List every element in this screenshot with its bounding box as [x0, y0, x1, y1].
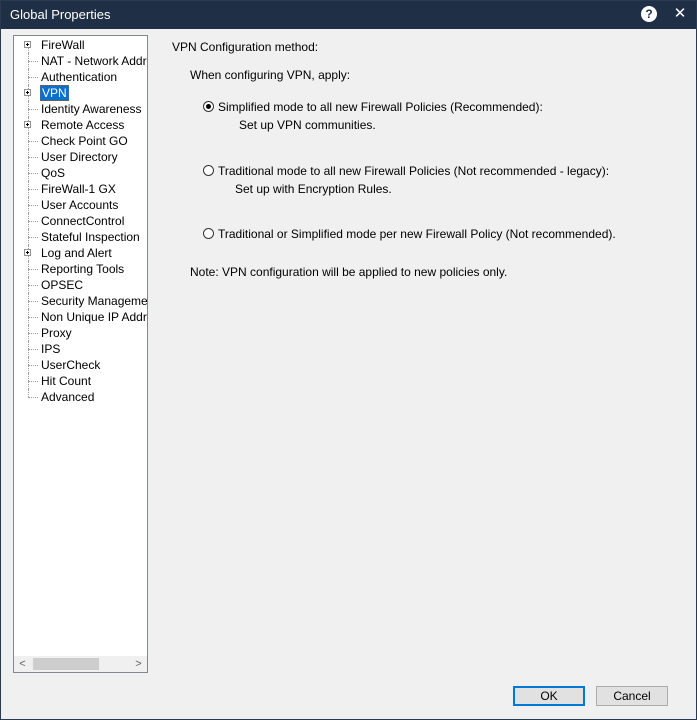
close-icon[interactable]: ✕	[672, 5, 688, 23]
tree-item[interactable]: Reporting Tools	[14, 261, 147, 277]
vpn-settings-panel: VPN Configuration method: When configuri…	[161, 35, 691, 675]
radio-traditional-mode[interactable]	[203, 165, 214, 176]
tree-item-label: Hit Count	[41, 374, 92, 388]
expand-plus-icon[interactable]	[24, 121, 31, 128]
tree-connector-line	[28, 269, 38, 270]
tree-item[interactable]: Remote Access	[14, 117, 147, 133]
tree-item-label: NAT - Network Address Translation	[41, 54, 147, 68]
tree-item[interactable]: NAT - Network Address Translation	[14, 53, 147, 69]
option-simplified-description: Set up VPN communities.	[239, 118, 376, 132]
tree-connector-line	[28, 285, 38, 286]
tree-item-label: User Directory	[41, 150, 118, 164]
tree-item-label: VPN	[40, 85, 69, 101]
scroll-thumb[interactable]	[33, 658, 99, 670]
tree-item-label: QoS	[41, 166, 66, 180]
tree-item[interactable]: Security Management Access	[14, 293, 147, 309]
cancel-button[interactable]: Cancel	[596, 686, 668, 706]
tree-item[interactable]: Check Point GO	[14, 133, 147, 149]
tree-item[interactable]: Stateful Inspection	[14, 229, 147, 245]
expand-plus-icon[interactable]	[24, 249, 31, 256]
tree-item[interactable]: UserCheck	[14, 357, 147, 373]
tree-connector-line	[28, 157, 38, 158]
categories-tree[interactable]: FireWall NAT - Network Address Translatio…	[13, 35, 148, 673]
scroll-right-icon[interactable]: >	[130, 656, 147, 672]
tree-item-label: OPSEC	[41, 278, 84, 292]
tree-connector-line	[28, 205, 38, 206]
vpn-note: Note: VPN configuration will be applied …	[190, 265, 508, 279]
tree-item-label: Security Management Access	[41, 294, 147, 308]
tree-item-label: Advanced	[41, 390, 95, 404]
radio-per-policy-mode[interactable]	[203, 228, 214, 239]
option-traditional-description: Set up with Encryption Rules.	[235, 182, 392, 196]
option-traditional-label[interactable]: Traditional mode to all new Firewall Pol…	[218, 164, 609, 178]
radio-simplified-mode[interactable]	[203, 101, 214, 112]
tree-connector-line	[28, 221, 38, 222]
tree-item[interactable]: Proxy	[14, 325, 147, 341]
tree-item[interactable]: FireWall-1 GX	[14, 181, 147, 197]
tree-item[interactable]: FireWall	[14, 37, 147, 53]
tree-item-label: Reporting Tools	[41, 262, 125, 276]
tree-item-label: UserCheck	[41, 358, 101, 372]
tree-connector-line	[28, 301, 38, 302]
tree-connector-line	[28, 365, 38, 366]
tree-item-label: Non Unique IP Address Ranges	[41, 310, 147, 324]
tree-item[interactable]: QoS	[14, 165, 147, 181]
tree-connector-line	[28, 389, 29, 397]
tree-item[interactable]: Advanced	[14, 389, 147, 405]
tree-connector-line	[28, 109, 38, 110]
tree-item[interactable]: IPS	[14, 341, 147, 357]
tree-items: FireWall NAT - Network Address Translatio…	[14, 36, 147, 656]
tree-item-label: ConnectControl	[41, 214, 125, 228]
option-simplified-label[interactable]: Simplified mode to all new Firewall Poli…	[218, 100, 543, 114]
section-title: VPN Configuration method:	[172, 40, 319, 54]
tree-item[interactable]: Log and Alert	[14, 245, 147, 261]
tree-connector-line	[28, 333, 38, 334]
ok-button[interactable]: OK	[513, 686, 585, 706]
window-title: Global Properties	[10, 7, 111, 22]
tree-connector-line	[28, 349, 38, 350]
tree-item-label: Check Point GO	[41, 134, 128, 148]
tree-connector-line	[28, 189, 38, 190]
tree-item-label: Remote Access	[41, 118, 125, 132]
tree-item-label: IPS	[41, 342, 61, 356]
tree-item[interactable]: ConnectControl	[14, 213, 147, 229]
tree-item[interactable]: User Directory	[14, 149, 147, 165]
tree-item-label: User Accounts	[41, 198, 119, 212]
tree-connector-line	[28, 237, 38, 238]
scroll-left-icon[interactable]: <	[14, 656, 31, 672]
tree-item-label: Identity Awareness	[41, 102, 142, 116]
tree-connector-line	[28, 61, 38, 62]
tree-connector-line	[28, 141, 38, 142]
tree-item-label: Log and Alert	[41, 246, 112, 260]
option-per-policy-label[interactable]: Traditional or Simplified mode per new F…	[218, 227, 616, 241]
help-icon[interactable]: ?	[641, 6, 657, 22]
apply-label: When configuring VPN, apply:	[190, 68, 351, 82]
tree-item[interactable]: OPSEC	[14, 277, 147, 293]
tree-item[interactable]: Identity Awareness	[14, 101, 147, 117]
expand-plus-icon[interactable]	[24, 89, 31, 96]
tree-item[interactable]: Hit Count	[14, 373, 147, 389]
tree-item-label: Stateful Inspection	[41, 230, 140, 244]
tree-connector-line	[28, 173, 38, 174]
tree-item-label: FireWall	[41, 38, 85, 52]
tree-item-label: Proxy	[41, 326, 72, 340]
title-bar: Global Properties ? ✕	[1, 1, 696, 29]
tree-item-label: Authentication	[41, 70, 118, 84]
tree-connector-line	[28, 317, 38, 318]
horizontal-scrollbar[interactable]: < >	[14, 656, 147, 672]
tree-item[interactable]: Non Unique IP Address Ranges	[14, 309, 147, 325]
expand-plus-icon[interactable]	[24, 41, 31, 48]
tree-item[interactable]: Authentication	[14, 69, 147, 85]
tree-connector-line	[28, 77, 38, 78]
global-properties-window: Global Properties ? ✕ FireWall NAT - Netw…	[0, 0, 697, 720]
tree-item-label: FireWall-1 GX	[41, 182, 116, 196]
tree-connector-line	[28, 397, 38, 398]
tree-item[interactable]: VPN	[14, 85, 147, 101]
tree-item[interactable]: User Accounts	[14, 197, 147, 213]
tree-connector-line	[28, 381, 38, 382]
